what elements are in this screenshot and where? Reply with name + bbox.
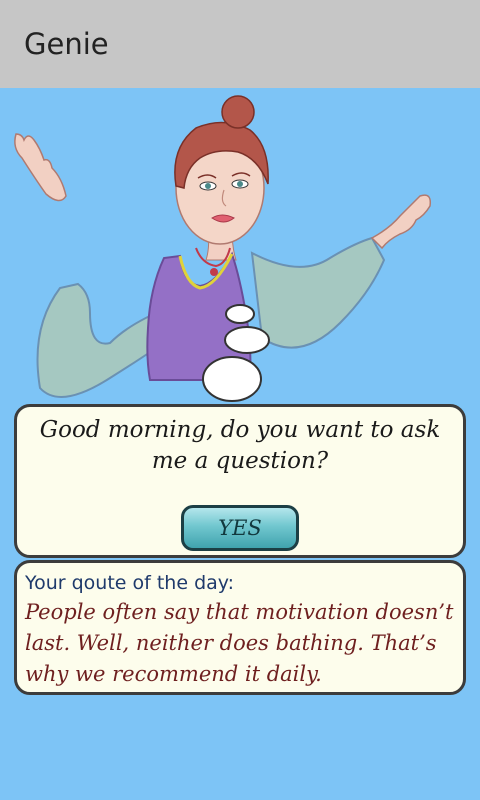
genie-illustration — [14, 95, 432, 402]
quote-text: People often say that motivation doesn’t… — [25, 600, 454, 686]
yes-button[interactable]: YES — [181, 505, 299, 551]
question-panel: Good morning, do you want to ask me a qu… — [14, 404, 466, 558]
title-bar: Genie — [0, 0, 480, 88]
app-title: Genie — [24, 27, 109, 61]
question-text: Good morning, do you want to ask me a qu… — [39, 417, 441, 474]
quote-panel: Your qoute of the day: People often say … — [14, 560, 466, 695]
yes-button-label: YES — [218, 516, 262, 540]
quote-label: Your qoute of the day: — [25, 572, 235, 594]
